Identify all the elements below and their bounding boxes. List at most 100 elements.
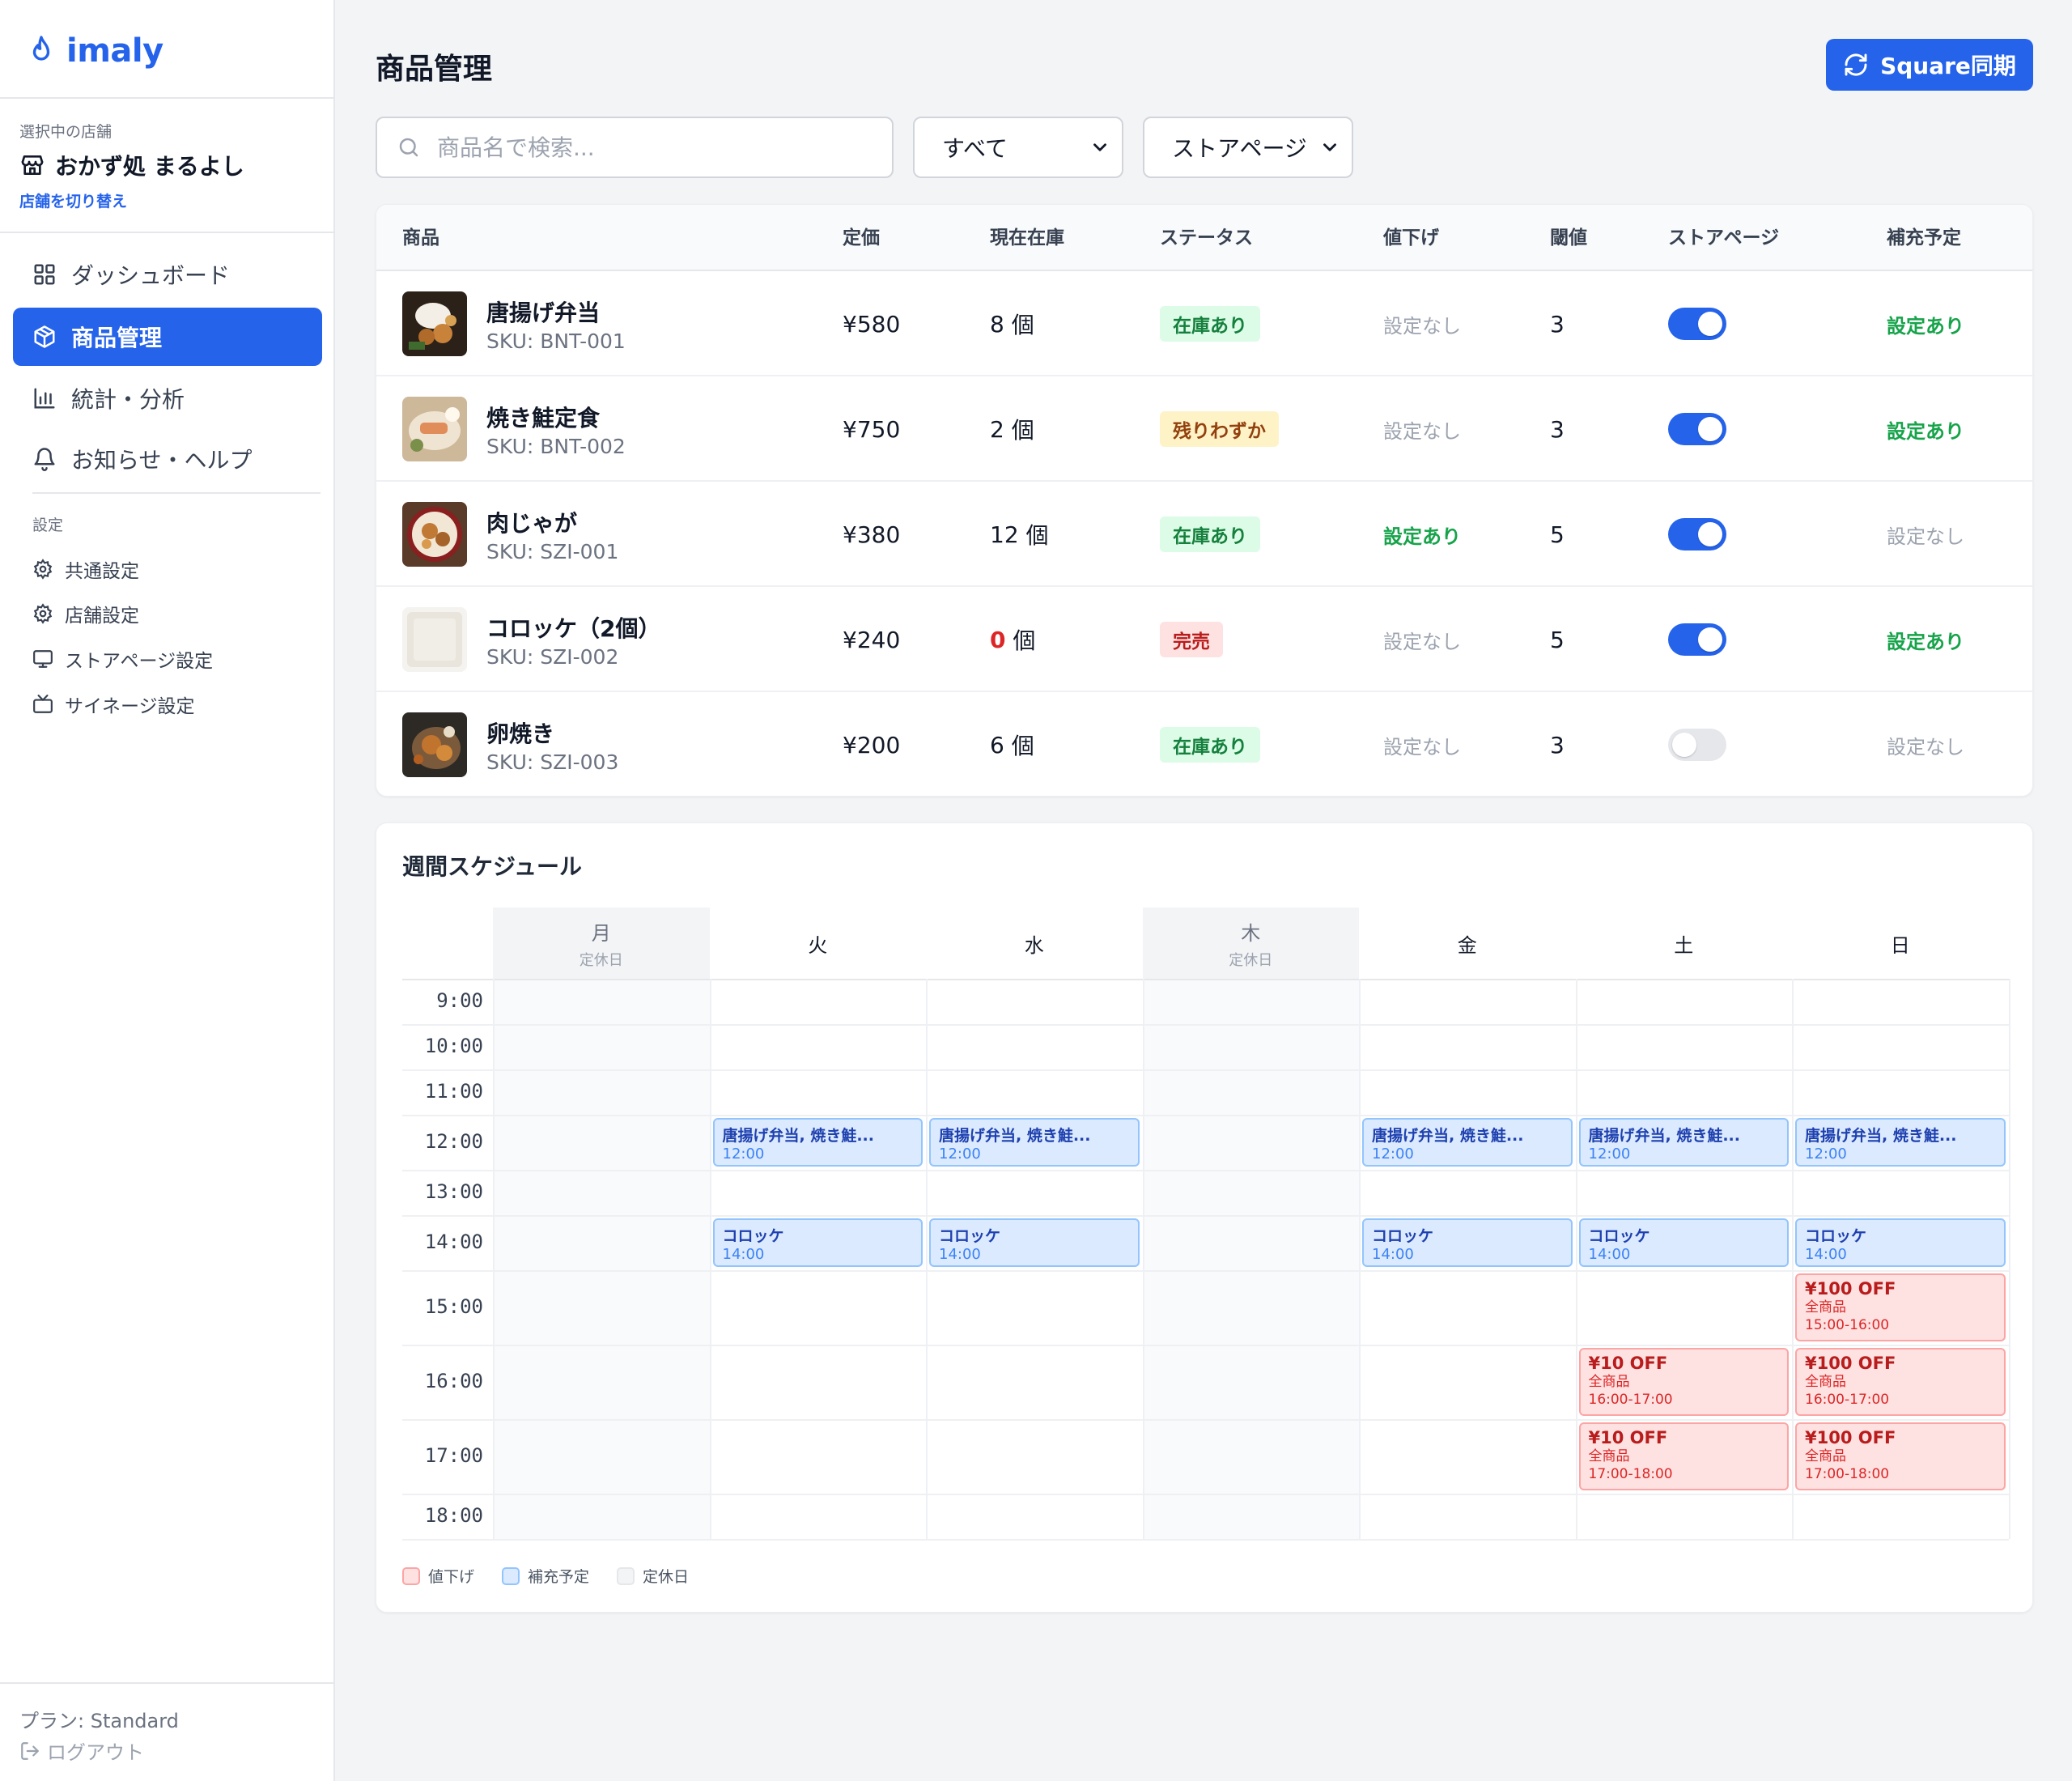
event-time: 12:00 xyxy=(1805,1146,1847,1163)
time-label: 9:00 xyxy=(436,989,483,1012)
nav-item-products[interactable]: 商品管理 xyxy=(13,308,322,366)
price-cell: ¥200 xyxy=(843,731,901,759)
discount-event[interactable]: ¥100 OFF 全商品 16:00-17:00 xyxy=(1795,1348,2006,1416)
table-header: 商品 定価 現在在庫 ステータス 値下げ 閾値 ストアページ 補充予定 xyxy=(376,205,2032,271)
status-cell: 完売 xyxy=(1160,587,1223,692)
table-row[interactable]: 唐揚げ弁当 SKU: BNT-001 ¥580 8 個 在庫あり 設定なし 3 … xyxy=(376,271,2032,376)
discount-cell[interactable]: 設定なし xyxy=(1383,692,1461,796)
sidebar: imaly 選択中の店舗 おかず処 まるよし 店舗を切り替え ダッシュボード 商… xyxy=(0,0,335,1781)
restock-event[interactable]: 唐揚げ弁当, 焼き鮭... 12:00 xyxy=(712,1118,923,1167)
restock-event[interactable]: コロッケ 14:00 xyxy=(1795,1218,2006,1267)
restock-event[interactable]: コロッケ 14:00 xyxy=(929,1218,1140,1267)
nav-item-stats[interactable]: 統計・分析 xyxy=(13,369,322,427)
stock-cell[interactable]: 8 個 xyxy=(990,271,1034,376)
restock-cell[interactable]: 設定あり xyxy=(1887,271,1964,376)
stock-cell[interactable]: 0 個 xyxy=(990,587,1035,692)
restock-cell[interactable]: 設定あり xyxy=(1887,587,1964,692)
storepage-toggle[interactable] xyxy=(1668,413,1726,445)
storepage-toggle[interactable] xyxy=(1668,308,1726,340)
table-row[interactable]: 卵焼き SKU: SZI-003 ¥200 6 個 在庫あり 設定なし 3 設定… xyxy=(376,692,2032,796)
restock-cell[interactable]: 設定あり xyxy=(1887,376,1964,482)
event-time: 12:00 xyxy=(722,1146,765,1163)
legend-item: 値下げ xyxy=(402,1565,474,1587)
time-label: 10:00 xyxy=(424,1035,483,1057)
discount-event[interactable]: ¥100 OFF 全商品 17:00-18:00 xyxy=(1795,1422,2006,1490)
status-cell: 在庫あり xyxy=(1160,692,1260,796)
discount-cell[interactable]: 設定なし xyxy=(1383,271,1461,376)
storepage-toggle[interactable] xyxy=(1668,729,1726,761)
discount-event[interactable]: ¥10 OFF 全商品 16:00-17:00 xyxy=(1578,1348,1789,1416)
restock-event[interactable]: コロッケ 14:00 xyxy=(1578,1218,1789,1267)
discount-cell[interactable]: 設定あり xyxy=(1383,482,1461,587)
restock-event[interactable]: コロッケ 14:00 xyxy=(712,1218,923,1267)
restock-event[interactable]: 唐揚げ弁当, 焼き鮭... 12:00 xyxy=(1362,1118,1573,1167)
square-sync-button[interactable]: Square同期 xyxy=(1826,39,2033,91)
event-title: コロッケ xyxy=(722,1227,784,1245)
category-select[interactable]: すべて xyxy=(913,117,1123,178)
app-logo[interactable]: imaly xyxy=(28,28,163,74)
grid-row-line xyxy=(402,1419,2009,1421)
column-header[interactable]: 商品 xyxy=(402,205,439,271)
event-time: 14:00 xyxy=(1372,1246,1414,1263)
schedule-grid: 月定休日 火 水 木定休日 金 土 日 9:00 10:00 11:00 12:00 13:00 14:… xyxy=(402,908,2010,1541)
restock-event[interactable]: 唐揚げ弁当, 焼き鮭... 12:00 xyxy=(1578,1118,1789,1167)
table-row[interactable]: 焼き鮭定食 SKU: BNT-002 ¥750 2 個 残りわずか 設定なし 3… xyxy=(376,376,2032,482)
search-box xyxy=(376,117,894,178)
nav-label: サイネージ設定 xyxy=(65,696,195,717)
grid-row-line xyxy=(402,979,2009,980)
storepage-toggle[interactable] xyxy=(1668,518,1726,550)
status-cell: 在庫あり xyxy=(1160,482,1260,587)
event-title: ¥10 OFF xyxy=(1588,1428,1668,1447)
stock-value: 8 xyxy=(990,310,1004,338)
restock-event[interactable]: 唐揚げ弁当, 焼き鮭... 12:00 xyxy=(929,1118,1140,1167)
time-label: 12:00 xyxy=(424,1130,483,1153)
discount-event[interactable]: ¥10 OFF 全商品 17:00-18:00 xyxy=(1578,1422,1789,1490)
product-name: 肉じゃが xyxy=(486,510,578,537)
nav-item-help[interactable]: お知らせ・ヘルプ xyxy=(13,430,322,488)
day-header: 土 xyxy=(1576,908,1793,979)
column-header[interactable]: 定価 xyxy=(843,205,880,271)
restock-cell[interactable]: 設定なし xyxy=(1887,482,1964,587)
nav-item-dashboard[interactable]: ダッシュボード xyxy=(13,245,322,304)
table-row[interactable]: 肉じゃが SKU: SZI-001 ¥380 12 個 在庫あり 設定あり 5 … xyxy=(376,482,2032,587)
grid-row-line xyxy=(402,1024,2009,1026)
stock-unit: 個 xyxy=(1025,522,1049,549)
product-sku: SKU: BNT-001 xyxy=(486,329,626,353)
page-title: 商品管理 xyxy=(376,53,493,86)
price-cell: ¥380 xyxy=(843,521,901,548)
storepage-toggle[interactable] xyxy=(1668,623,1726,656)
day-header: 火 xyxy=(710,908,927,979)
nav-item-common-settings[interactable]: 共通設定 xyxy=(32,553,139,585)
column-header[interactable]: ステータス xyxy=(1160,205,1253,271)
column-header[interactable]: 閾値 xyxy=(1550,205,1587,271)
column-header[interactable]: 現在在庫 xyxy=(990,205,1064,271)
view-select[interactable]: ストアページ xyxy=(1143,117,1353,178)
search-input[interactable] xyxy=(437,134,858,161)
restock-event[interactable]: 唐揚げ弁当, 焼き鮭... 12:00 xyxy=(1795,1118,2006,1167)
event-target: 全商品 xyxy=(1805,1374,1846,1390)
stock-cell[interactable]: 6 個 xyxy=(990,692,1034,796)
storepage-cell xyxy=(1668,271,1726,376)
stock-cell[interactable]: 2 個 xyxy=(990,376,1034,482)
nav-item-signage-settings[interactable]: サイネージ設定 xyxy=(32,688,195,720)
product-thumbnail xyxy=(402,397,467,461)
discount-event[interactable]: ¥100 OFF 全商品 15:00-16:00 xyxy=(1795,1273,2006,1341)
product-name: 焼き鮭定食 xyxy=(486,405,601,431)
threshold-cell: 3 xyxy=(1550,415,1565,443)
discount-cell[interactable]: 設定なし xyxy=(1383,587,1461,692)
box-icon xyxy=(34,325,55,348)
nav-item-storepage-settings[interactable]: ストアページ設定 xyxy=(32,643,213,675)
restock-cell[interactable]: 設定なし xyxy=(1887,692,1964,796)
logout-button[interactable]: ログアウト xyxy=(19,1736,144,1765)
table-row[interactable]: コロッケ（2個） SKU: SZI-002 ¥240 0 個 完売 設定なし 5… xyxy=(376,587,2032,692)
column-header[interactable]: ストアページ xyxy=(1668,205,1779,271)
column-header[interactable]: 補充予定 xyxy=(1887,205,1961,271)
stock-cell[interactable]: 12 個 xyxy=(990,482,1049,587)
store-switch-link[interactable]: 店舗を切り替え xyxy=(19,189,127,211)
column-header[interactable]: 値下げ xyxy=(1383,205,1439,271)
threshold-cell: 3 xyxy=(1550,310,1565,338)
plan-label: プラン: Standard xyxy=(19,1710,179,1732)
discount-cell[interactable]: 設定なし xyxy=(1383,376,1461,482)
restock-event[interactable]: コロッケ 14:00 xyxy=(1362,1218,1573,1267)
nav-item-store-settings[interactable]: 店舗設定 xyxy=(32,597,139,630)
